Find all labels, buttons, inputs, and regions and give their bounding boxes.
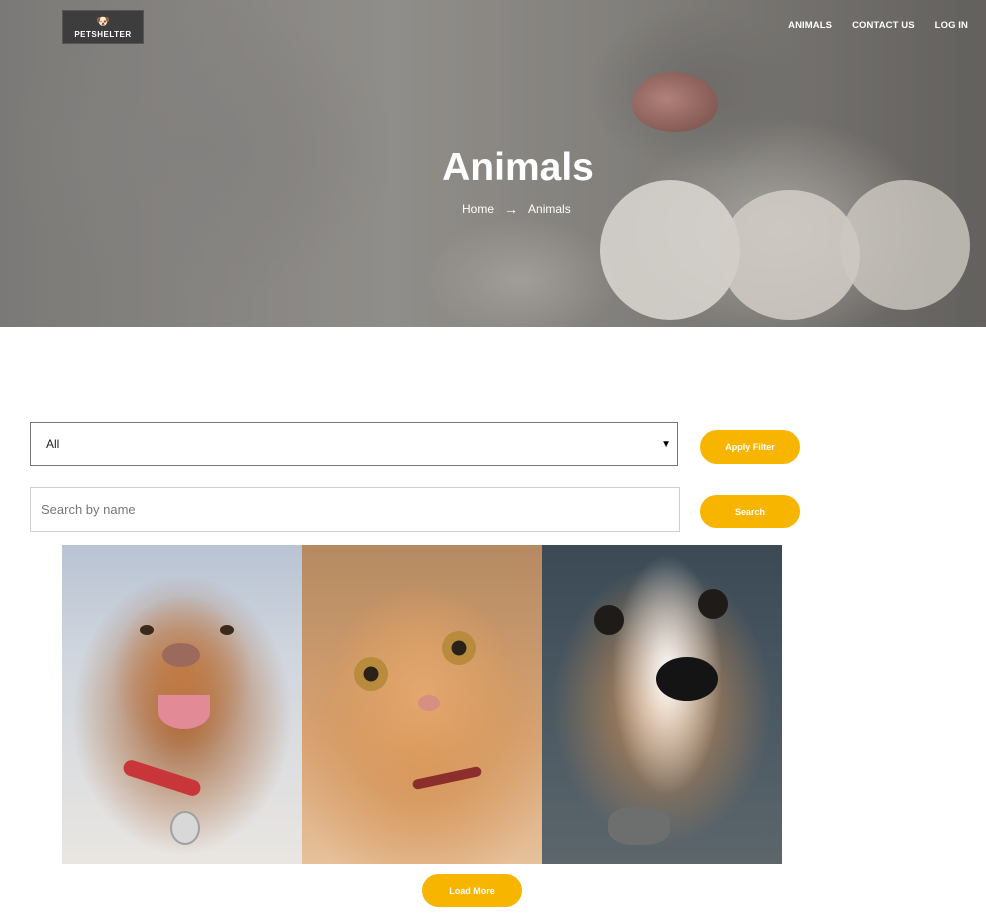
cat-eye (442, 631, 476, 665)
nav-contact-us[interactable]: CONTACT US (852, 20, 915, 31)
nav-animals[interactable]: ANIMALS (788, 20, 832, 31)
caret-down-icon: ▼ (661, 438, 671, 450)
category-select[interactable]: All ▼ (30, 422, 678, 466)
arrow-right-icon: → (504, 201, 519, 217)
red-collar (121, 758, 203, 798)
page-title: Animals (442, 146, 594, 189)
dog-nose (656, 657, 718, 701)
animal-grid (62, 545, 782, 864)
dog-eye (220, 625, 234, 635)
animal-card-dog[interactable] (542, 545, 782, 864)
hero-cat-paw (600, 180, 740, 320)
collar-tag (170, 811, 200, 845)
category-select-value: All (46, 437, 60, 451)
load-more-button[interactable]: Load More (422, 874, 522, 907)
animal-card-cat[interactable] (302, 545, 542, 864)
cat-nose (418, 695, 440, 711)
site-logo[interactable]: 🐶 PETSHELTER (62, 10, 144, 44)
breadcrumb-current: Animals (528, 202, 571, 216)
breadcrumb: Home → Animals (462, 201, 571, 217)
hero-cat-paw (840, 180, 970, 310)
hero-cat-paw (720, 190, 860, 320)
breadcrumb-home[interactable]: Home (462, 202, 494, 216)
dog-nose (162, 643, 200, 667)
search-input[interactable] (30, 487, 680, 532)
dog-tongue (158, 695, 210, 729)
dog-eye (594, 605, 624, 635)
cat-collar (411, 765, 483, 791)
logo-text: PETSHELTER (74, 29, 132, 39)
main-nav: ANIMALS CONTACT US LOG IN (788, 20, 968, 31)
apply-filter-button[interactable]: Apply Filter (700, 430, 800, 464)
search-button[interactable]: Search (700, 495, 800, 528)
dog-logo-icon: 🐶 (96, 15, 110, 28)
animal-card-dog[interactable] (62, 545, 302, 864)
dog-eye (698, 589, 728, 619)
cat-eye (354, 657, 388, 691)
dog-eye (140, 625, 154, 635)
hero-banner: 🐶 PETSHELTER ANIMALS CONTACT US LOG IN A… (0, 0, 986, 327)
nav-log-in[interactable]: LOG IN (935, 20, 968, 31)
dog-tag (608, 807, 670, 845)
